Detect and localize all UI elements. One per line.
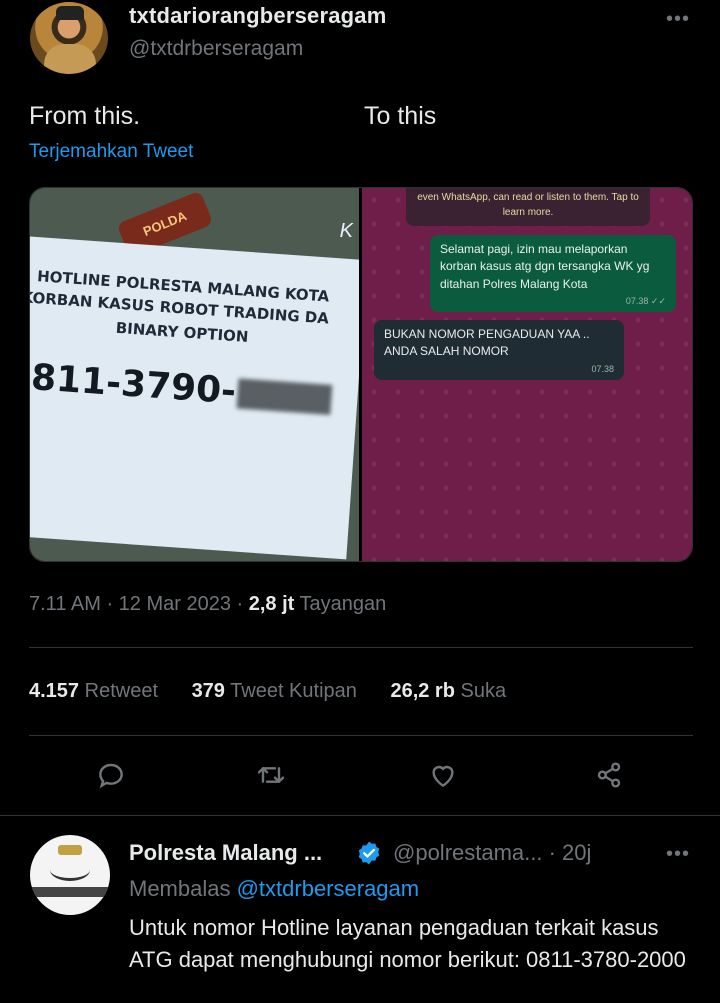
received-message-text: BUKAN NOMOR PENGADUAN YAA .. ANDA SALAH … <box>384 327 590 359</box>
tweet-meta: 7.11 AM · 12 Mar 2023 · 2,8 jt Tayangan <box>29 593 386 616</box>
reply-author-avatar[interactable] <box>30 835 110 915</box>
retweets-count: 4.157 <box>29 680 80 702</box>
reply-text: Untuk nomor Hotline layanan pengaduan te… <box>129 915 686 972</box>
reply-more-options-icon[interactable]: ••• <box>666 843 690 866</box>
likes-stat[interactable]: 26,2 rb Suka <box>390 680 506 702</box>
replying-to: Membalas @txtdrberseragam <box>129 876 419 902</box>
reply-icon[interactable] <box>91 755 131 795</box>
action-bar <box>0 755 720 795</box>
tweet-text-right: To this <box>364 102 437 130</box>
received-message-bubble: BUKAN NOMOR PENGADUAN YAA .. ANDA SALAH … <box>374 320 624 380</box>
tweet-text-left: From this. <box>29 102 141 130</box>
board-line-3: BINARY OPTION <box>115 318 249 347</box>
quotes-stat[interactable]: 379 Tweet Kutipan <box>192 680 357 702</box>
author-name[interactable]: txtdariorangberseragam <box>129 3 387 29</box>
likes-count: 26,2 rb <box>390 680 455 702</box>
replying-handle[interactable]: @txtdrberseragam <box>237 876 420 901</box>
views-count: 2,8 jt <box>248 593 295 615</box>
media-image-right[interactable]: even WhatsApp, can read or listen to the… <box>362 188 692 561</box>
board-number-text: 0811-3790- <box>30 355 238 413</box>
sent-message-time: 07.38 ✓✓ <box>625 296 666 307</box>
quotes-count: 379 <box>191 680 225 702</box>
sent-message-bubble: Selamat pagi, izin mau melaporkan korban… <box>430 235 676 313</box>
author-handle[interactable]: @txtdrberseragam <box>129 37 303 61</box>
likes-label: Suka <box>460 680 507 702</box>
avatar-band <box>30 887 110 897</box>
censor-blur <box>236 378 333 415</box>
corner-letter: K <box>339 220 353 242</box>
reply-author-handle[interactable]: @polrestama... · 20j <box>393 840 591 866</box>
board-phone-number: 0811-3790- <box>30 355 333 419</box>
views-label[interactable]: Tayangan <box>294 593 387 615</box>
media-image-left[interactable]: POLDA K HOTLINE POLRESTA MALANG KOTA KOR… <box>30 188 359 561</box>
divider-bottom <box>29 735 693 736</box>
tweet-media[interactable]: POLDA K HOTLINE POLRESTA MALANG KOTA KOR… <box>29 187 693 562</box>
tweet-time: 7.11 AM · 12 Mar 2023 · <box>29 593 249 615</box>
avatar-logo <box>58 845 82 855</box>
verified-badge-icon <box>356 840 382 866</box>
like-icon[interactable] <box>423 755 463 795</box>
replying-prefix: Membalas <box>129 876 237 901</box>
retweets-stat[interactable]: 4.157 Retweet <box>29 680 158 702</box>
share-icon[interactable] <box>589 755 629 795</box>
translate-tweet-link[interactable]: Terjemahkan Tweet <box>29 141 193 163</box>
received-message-time: 07.38 <box>591 363 614 374</box>
tweet-stats: 4.157 Retweet 379 Tweet Kutipan 26,2 rb … <box>29 680 534 703</box>
hotline-board: HOTLINE POLRESTA MALANG KOTA KORBAN KASU… <box>30 236 359 560</box>
avatar-uniform <box>44 44 96 74</box>
encryption-notice: even WhatsApp, can read or listen to the… <box>406 188 650 226</box>
thread-separator <box>0 815 720 816</box>
avatar-signature <box>50 859 90 881</box>
retweets-label: Retweet <box>84 680 158 702</box>
divider-top <box>29 647 693 648</box>
tweet-header: txtdariorangberseragam @txtdrberseragam … <box>0 0 720 80</box>
author-avatar[interactable] <box>30 2 108 74</box>
quotes-label: Tweet Kutipan <box>230 680 357 702</box>
sent-message-text: Selamat pagi, izin mau melaporkan korban… <box>440 242 650 291</box>
reply-author-name[interactable]: Polresta Malang ... <box>129 840 322 866</box>
retweet-icon[interactable] <box>251 755 291 795</box>
avatar-cap <box>56 6 84 20</box>
more-options-icon[interactable]: ••• <box>666 8 690 31</box>
